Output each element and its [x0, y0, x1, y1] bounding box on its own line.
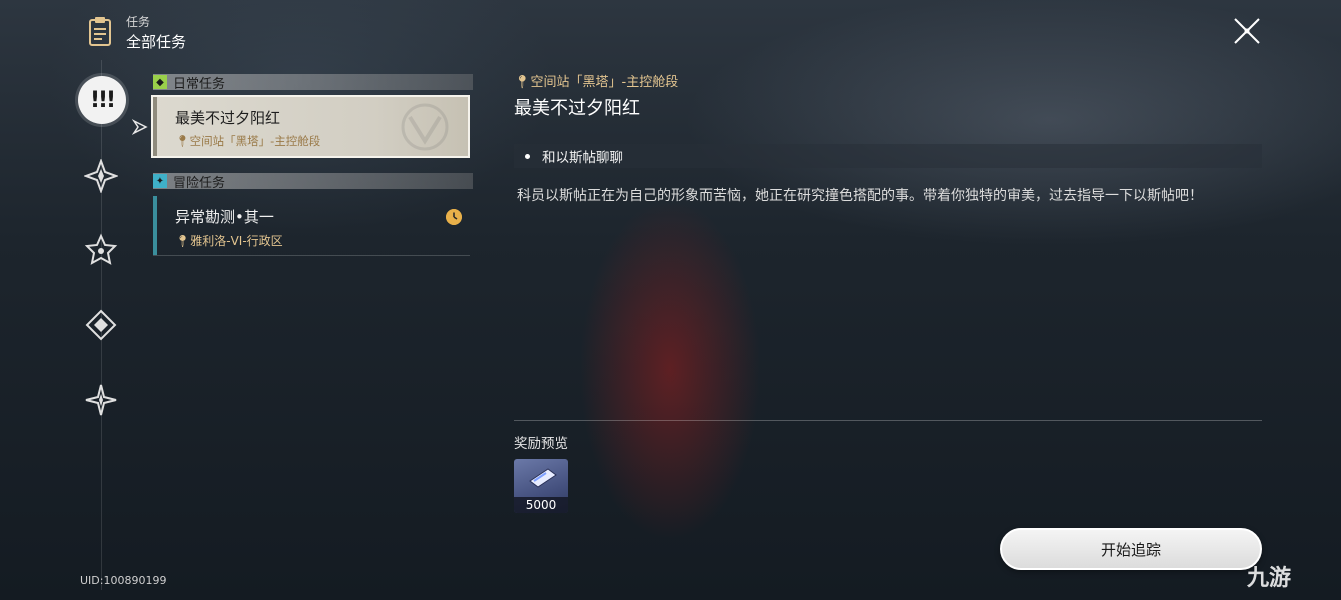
star-icon — [84, 233, 118, 265]
quest-accent-bar — [153, 196, 157, 255]
bullet-icon — [525, 153, 530, 159]
rail-tab-companion[interactable] — [81, 230, 121, 270]
location-pin-icon: 📍︎ — [175, 234, 191, 248]
page-title: 全部任务 — [126, 33, 187, 51]
detail-location: 📍︎空间站「黑塔」-主控舱段 — [514, 75, 679, 90]
exclamation-icon: !!! — [89, 87, 116, 113]
divider — [514, 420, 1262, 421]
adventure-category-icon: ✦ — [153, 174, 167, 188]
quest-name: 异常勘测•其一 — [175, 208, 274, 226]
quest-item-selected[interactable]: 最美不过夕阳红 📍︎空间站「黑塔」-主控舱段 — [151, 95, 470, 158]
detail-title: 最美不过夕阳红 — [514, 98, 640, 119]
close-button[interactable] — [1230, 14, 1264, 48]
header-category-label: 任务 — [126, 15, 151, 29]
quest-emblem-icon — [401, 103, 449, 151]
category-header-daily: ◆ 日常任务 — [153, 74, 473, 92]
quest-accent-bar — [153, 97, 157, 156]
selection-arrow-icon — [131, 119, 150, 135]
quest-item[interactable]: 异常勘测•其一 📍︎雅利洛-VI-行政区 — [153, 196, 470, 256]
category-label: 冒险任务 — [173, 175, 226, 191]
quest-description: 科员以斯帖正在为自己的形象而苦恼，她正在研究撞色搭配的事。带着你独特的审美，过去… — [517, 188, 1203, 204]
location-pin-icon: 📍︎ — [175, 134, 190, 148]
watermark-logo: 九游 — [1247, 566, 1292, 591]
location-pin-icon: 📍︎ — [514, 75, 531, 90]
credit-chip-icon — [529, 468, 557, 488]
rail-tab-adventure[interactable] — [81, 380, 121, 420]
category-header-adventure: ✦ 冒险任务 — [153, 173, 473, 191]
clock-icon — [446, 209, 462, 225]
objective-row: 和以斯帖聊聊 — [514, 144, 1262, 168]
close-icon — [1234, 18, 1260, 44]
diamond-star-icon — [84, 159, 118, 193]
rail-tab-all[interactable]: !!! — [78, 76, 126, 124]
diamond-icon — [85, 309, 117, 341]
diamond-sparkle-icon — [85, 384, 117, 416]
reward-item[interactable]: 5000 — [514, 459, 568, 513]
reward-quantity: 5000 — [514, 497, 568, 513]
rail-tab-daily[interactable] — [81, 305, 121, 345]
uid-label: UID:100890199 — [80, 574, 167, 587]
start-tracking-button[interactable]: 开始追踪 — [1000, 528, 1262, 570]
quest-location: 📍︎雅利洛-VI-行政区 — [175, 234, 283, 248]
category-label: 日常任务 — [173, 76, 226, 92]
quest-location: 📍︎空间站「黑塔」-主控舱段 — [175, 134, 321, 148]
quest-name: 最美不过夕阳红 — [175, 109, 281, 127]
rail-tab-trailblaze[interactable] — [81, 156, 121, 196]
reward-preview-title: 奖励预览 — [514, 436, 568, 452]
clipboard-icon — [88, 16, 112, 46]
objective-text: 和以斯帖聊聊 — [542, 150, 623, 166]
daily-category-icon: ◆ — [153, 75, 167, 89]
